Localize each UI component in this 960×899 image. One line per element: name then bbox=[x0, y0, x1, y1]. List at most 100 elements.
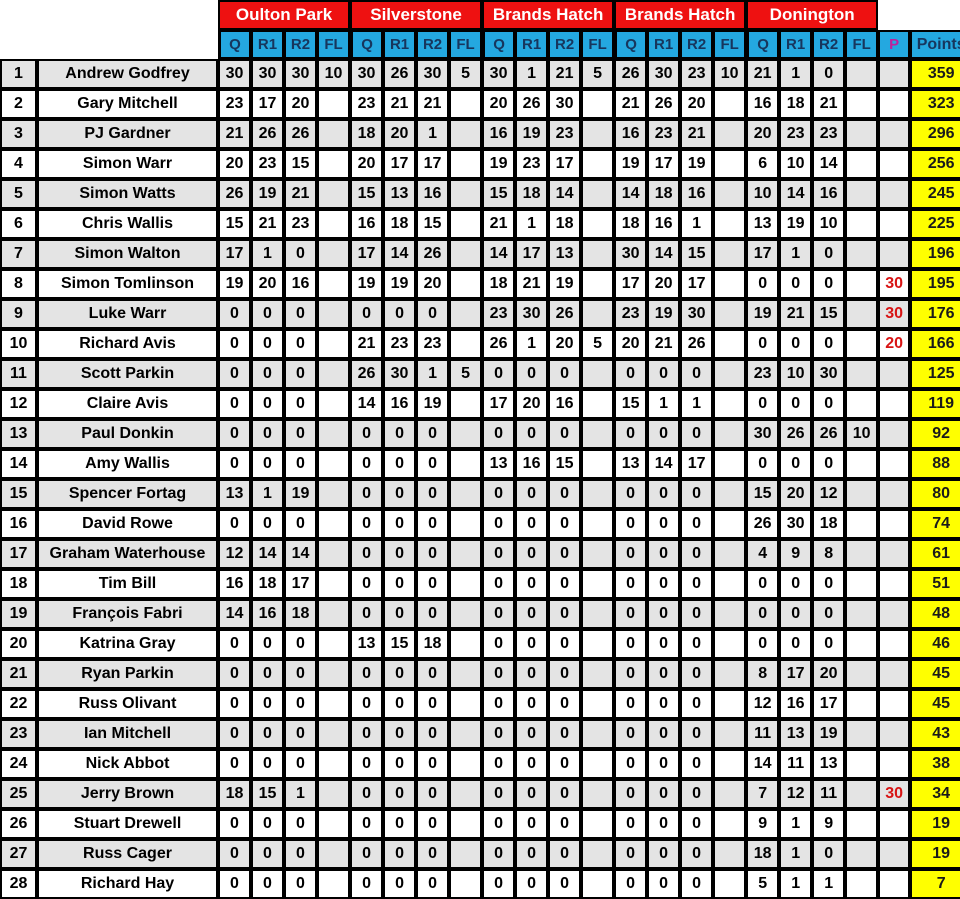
row-score-cell: 30 bbox=[647, 59, 681, 89]
row-score-cell bbox=[449, 719, 483, 749]
row-penalty-cell bbox=[878, 359, 911, 389]
session-header-brands1-r2: R2 bbox=[548, 30, 582, 59]
row-score-cell: 0 bbox=[251, 689, 284, 719]
row-score-cell: 0 bbox=[482, 719, 516, 749]
row-score-cell: 0 bbox=[218, 389, 251, 419]
row-score-cell: 0 bbox=[482, 509, 516, 539]
row-score-cell bbox=[449, 869, 483, 899]
row-score-cell bbox=[581, 299, 615, 329]
row-score-cell: 0 bbox=[548, 629, 582, 659]
row-score-cell bbox=[317, 689, 351, 719]
row-score-cell: 0 bbox=[416, 449, 450, 479]
row-score-cell: 18 bbox=[416, 629, 450, 659]
row-score-cell: 21 bbox=[746, 59, 780, 89]
row-score-cell: 15 bbox=[614, 389, 648, 419]
venue-header-brands-hatch-2: Brands Hatch bbox=[614, 0, 747, 30]
row-score-cell: 19 bbox=[746, 299, 780, 329]
row-points-cell: 46 bbox=[910, 629, 960, 659]
row-score-cell: 30 bbox=[416, 59, 450, 89]
row-driver-name: Gary Mitchell bbox=[37, 89, 218, 119]
row-score-cell bbox=[845, 869, 879, 899]
row-score-cell: 15 bbox=[746, 479, 780, 509]
row-score-cell: 0 bbox=[284, 809, 317, 839]
row-penalty-cell bbox=[878, 239, 911, 269]
row-driver-name: Simon Warr bbox=[37, 149, 218, 179]
row-score-cell: 10 bbox=[713, 59, 747, 89]
row-score-cell: 19 bbox=[350, 269, 384, 299]
row-score-cell: 19 bbox=[779, 209, 813, 239]
row-score-cell: 0 bbox=[812, 449, 846, 479]
row-score-cell bbox=[845, 149, 879, 179]
row-score-cell: 26 bbox=[680, 329, 714, 359]
row-score-cell: 0 bbox=[416, 419, 450, 449]
row-score-cell: 30 bbox=[746, 419, 780, 449]
row-score-cell bbox=[845, 509, 879, 539]
row-score-cell: 21 bbox=[416, 89, 450, 119]
row-driver-name: Ryan Parkin bbox=[37, 659, 218, 689]
row-score-cell: 9 bbox=[779, 539, 813, 569]
row-rank: 3 bbox=[0, 119, 37, 149]
row-score-cell: 0 bbox=[383, 539, 417, 569]
row-penalty-cell bbox=[878, 689, 911, 719]
row-rank: 1 bbox=[0, 59, 37, 89]
row-score-cell: 17 bbox=[251, 89, 284, 119]
row-score-cell: 0 bbox=[383, 869, 417, 899]
row-driver-name: Tim Bill bbox=[37, 569, 218, 599]
row-score-cell: 0 bbox=[218, 809, 251, 839]
row-score-cell: 17 bbox=[383, 149, 417, 179]
row-score-cell bbox=[581, 119, 615, 149]
row-score-cell: 0 bbox=[647, 419, 681, 449]
row-score-cell: 14 bbox=[746, 749, 780, 779]
row-score-cell: 19 bbox=[383, 269, 417, 299]
row-points-cell: 88 bbox=[910, 449, 960, 479]
row-score-cell: 0 bbox=[350, 689, 384, 719]
session-header-brands2-q: Q bbox=[614, 30, 648, 59]
row-score-cell bbox=[581, 689, 615, 719]
row-score-cell: 15 bbox=[416, 209, 450, 239]
row-score-cell: 0 bbox=[350, 809, 384, 839]
row-score-cell: 20 bbox=[218, 149, 251, 179]
row-score-cell: 0 bbox=[218, 869, 251, 899]
row-score-cell: 26 bbox=[218, 179, 251, 209]
row-penalty-cell bbox=[878, 839, 911, 869]
table-row: 18 Tim Bill 16 18 17 0 0 0 0 0 0 0 0 0 0 0 0 51 bbox=[0, 569, 960, 599]
row-score-cell: 0 bbox=[482, 749, 516, 779]
venue-pad-rank bbox=[0, 0, 37, 30]
row-score-cell: 26 bbox=[614, 59, 648, 89]
session-header-penalty: P bbox=[878, 30, 911, 59]
row-score-cell bbox=[449, 659, 483, 689]
row-score-cell: 0 bbox=[284, 869, 317, 899]
row-score-cell bbox=[713, 539, 747, 569]
row-score-cell: 0 bbox=[416, 749, 450, 779]
row-score-cell: 14 bbox=[647, 239, 681, 269]
row-score-cell: 0 bbox=[515, 809, 549, 839]
row-score-cell: 0 bbox=[350, 719, 384, 749]
row-points-cell: 34 bbox=[910, 779, 960, 809]
row-score-cell: 0 bbox=[218, 359, 251, 389]
row-score-cell: 0 bbox=[680, 839, 714, 869]
row-rank: 4 bbox=[0, 149, 37, 179]
row-score-cell: 0 bbox=[614, 539, 648, 569]
table-row: 6 Chris Wallis 15 21 23 16 18 15 21 1 18 18 16 1 13 19 1… bbox=[0, 209, 960, 239]
row-score-cell: 1 bbox=[647, 389, 681, 419]
row-score-cell bbox=[845, 59, 879, 89]
row-score-cell bbox=[845, 839, 879, 869]
row-penalty-cell: 30 bbox=[878, 779, 911, 809]
row-score-cell: 17 bbox=[515, 239, 549, 269]
row-score-cell: 0 bbox=[251, 509, 284, 539]
row-score-cell: 1 bbox=[515, 209, 549, 239]
row-penalty-cell bbox=[878, 419, 911, 449]
row-score-cell: 0 bbox=[218, 299, 251, 329]
row-score-cell bbox=[581, 359, 615, 389]
row-score-cell bbox=[713, 719, 747, 749]
row-penalty-cell bbox=[878, 209, 911, 239]
row-rank: 21 bbox=[0, 659, 37, 689]
row-score-cell: 1 bbox=[515, 329, 549, 359]
row-points-cell: 19 bbox=[910, 839, 960, 869]
row-score-cell: 0 bbox=[647, 479, 681, 509]
row-score-cell: 15 bbox=[548, 449, 582, 479]
row-points-cell: 225 bbox=[910, 209, 960, 239]
row-score-cell: 0 bbox=[284, 419, 317, 449]
row-score-cell bbox=[713, 869, 747, 899]
row-score-cell bbox=[317, 599, 351, 629]
